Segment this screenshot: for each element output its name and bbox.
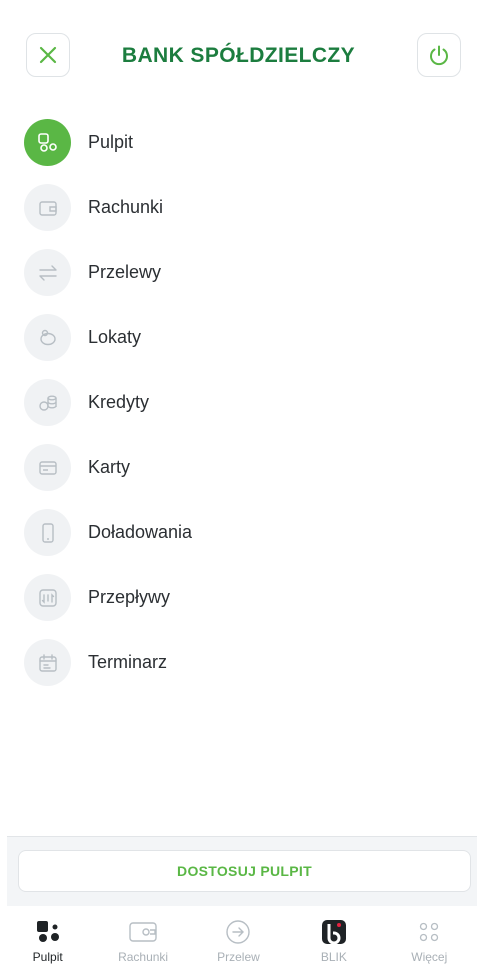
tab-label: BLIK xyxy=(320,950,347,964)
blik-icon xyxy=(286,917,381,947)
menu-item-rachunki[interactable]: Rachunki xyxy=(0,175,477,240)
page-title: BANK SPÓŁDZIELCZY xyxy=(121,44,356,67)
menu-item-label: Karty xyxy=(88,457,131,477)
tab-blik[interactable]: BLIK xyxy=(286,906,381,970)
dashboard-icon xyxy=(24,119,71,166)
menu-item-kredyty[interactable]: Kredyty xyxy=(0,370,477,435)
menu-item-label: Doładowania xyxy=(88,522,193,542)
calendar-icon xyxy=(24,639,71,686)
menu-item-przelewy[interactable]: Przelewy xyxy=(0,240,477,305)
dashboard-icon xyxy=(0,917,95,947)
tab-label: Więcej xyxy=(411,950,448,964)
main-menu: Pulpit Rachunki Przelewy Lokaty Kredyty … xyxy=(0,110,477,695)
more-dots-icon xyxy=(382,917,477,947)
card-icon xyxy=(24,444,71,491)
transfer-arrows-icon xyxy=(24,249,71,296)
header: BANK SPÓŁDZIELCZY xyxy=(0,0,477,110)
logout-button[interactable] xyxy=(417,33,461,77)
menu-item-label: Pulpit xyxy=(88,132,134,152)
tab-label: Rachunki xyxy=(118,950,169,964)
wallet-icon xyxy=(95,917,190,947)
menu-item-karty[interactable]: Karty xyxy=(0,435,477,500)
menu-item-label: Kredyty xyxy=(88,392,150,412)
tab-rachunki[interactable]: Rachunki xyxy=(95,906,190,970)
cashflow-icon xyxy=(24,574,71,621)
menu-item-label: Rachunki xyxy=(88,197,164,217)
power-icon xyxy=(430,45,448,66)
piggy-bank-icon xyxy=(24,314,71,361)
coins-icon xyxy=(24,379,71,426)
menu-item-lokaty[interactable]: Lokaty xyxy=(0,305,477,370)
tab-label: Przelew xyxy=(217,950,260,964)
menu-item-label: Terminarz xyxy=(88,652,168,672)
menu-item-label: Przelewy xyxy=(88,262,162,282)
phone-icon xyxy=(24,509,71,556)
arrow-right-circle-icon xyxy=(191,917,286,947)
tab-label: Pulpit xyxy=(32,950,63,964)
menu-item-doladowania[interactable]: Doładowania xyxy=(0,500,477,565)
customize-dashboard-button[interactable]: DOSTOSUJ PULPIT xyxy=(18,850,471,892)
menu-item-label: Lokaty xyxy=(88,327,142,347)
menu-item-label: Przepływy xyxy=(88,587,171,607)
bottom-tab-bar: Pulpit Rachunki Przelew BLIK Więcej xyxy=(0,906,477,970)
tab-wiecej[interactable]: Więcej xyxy=(382,906,477,970)
tab-przelew[interactable]: Przelew xyxy=(191,906,286,970)
wallet-icon xyxy=(24,184,71,231)
tab-pulpit[interactable]: Pulpit xyxy=(0,906,95,970)
menu-item-przeplywy[interactable]: Przepływy xyxy=(0,565,477,630)
menu-item-terminarz[interactable]: Terminarz xyxy=(0,630,477,695)
menu-item-pulpit[interactable]: Pulpit xyxy=(0,110,477,175)
